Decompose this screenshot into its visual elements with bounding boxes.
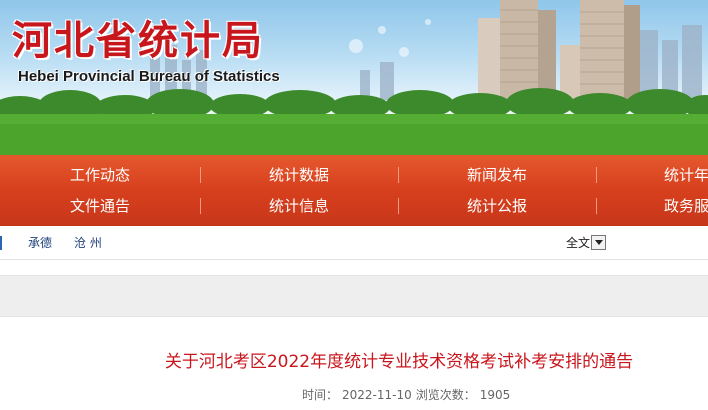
nav-item-label: 统计公报 bbox=[466, 196, 527, 215]
article-meta: 时间： 2022-11-10 浏览次数： 1905 bbox=[302, 386, 514, 403]
header-banner: 河北省统计局 Hebei Provincial Bureau of Statis… bbox=[0, 0, 708, 155]
nav-item-label: 新闻发布 bbox=[466, 165, 527, 184]
city-link-cangzhou[interactable]: 沧 州 bbox=[74, 234, 102, 251]
nav-item-bulletin[interactable]: 统计公报 bbox=[398, 195, 596, 216]
bar-marker bbox=[0, 235, 2, 250]
nav-row-2: 文件通告 统计信息 统计公报 政务服 bbox=[0, 190, 708, 220]
text-version-select[interactable]: 全文 bbox=[566, 234, 607, 251]
nav-item-yearbook[interactable]: 统计年 bbox=[596, 164, 708, 185]
nav-item-label: 统计年 bbox=[664, 165, 708, 184]
nav-item-statistics-info[interactable]: 统计信息 bbox=[200, 195, 398, 216]
city-links-bar: 承德 沧 州 全文 bbox=[0, 226, 708, 260]
nav-item-gov-service[interactable]: 政务服 bbox=[596, 195, 708, 216]
time-label: 时间： bbox=[302, 388, 339, 402]
nav-item-press-release[interactable]: 新闻发布 bbox=[398, 164, 596, 185]
view-count: 1905 bbox=[479, 388, 511, 402]
main-nav: 工作动态 统计数据 新闻发布 统计年 文件通告 统计信息 统计公报 政务服 bbox=[0, 155, 708, 226]
publish-date: 2022-11-10 bbox=[342, 388, 412, 402]
dropdown-arrow-icon[interactable] bbox=[591, 235, 607, 250]
nav-item-notices[interactable]: 文件通告 bbox=[0, 195, 200, 216]
select-value: 全文 bbox=[566, 236, 591, 250]
site-title[interactable]: 河北省统计局 bbox=[12, 8, 264, 66]
city-link-chengde[interactable]: 承德 bbox=[28, 234, 52, 251]
breadcrumb-strip bbox=[0, 275, 708, 317]
site-subtitle: Hebei Provincial Bureau of Statistics bbox=[18, 68, 280, 85]
nav-item-label: 政务服 bbox=[664, 196, 708, 215]
nav-item-work-news[interactable]: 工作动态 bbox=[0, 164, 200, 185]
article-title: 关于河北考区2022年度统计专业技术资格考试补考安排的通告 bbox=[164, 352, 634, 372]
views-label: 浏览次数： bbox=[415, 388, 476, 402]
nav-row-1: 工作动态 统计数据 新闻发布 统计年 bbox=[0, 155, 708, 190]
nav-item-label: 统计信息 bbox=[268, 196, 329, 215]
nav-item-label: 统计数据 bbox=[268, 165, 329, 184]
nav-item-statistics-data[interactable]: 统计数据 bbox=[200, 164, 398, 185]
